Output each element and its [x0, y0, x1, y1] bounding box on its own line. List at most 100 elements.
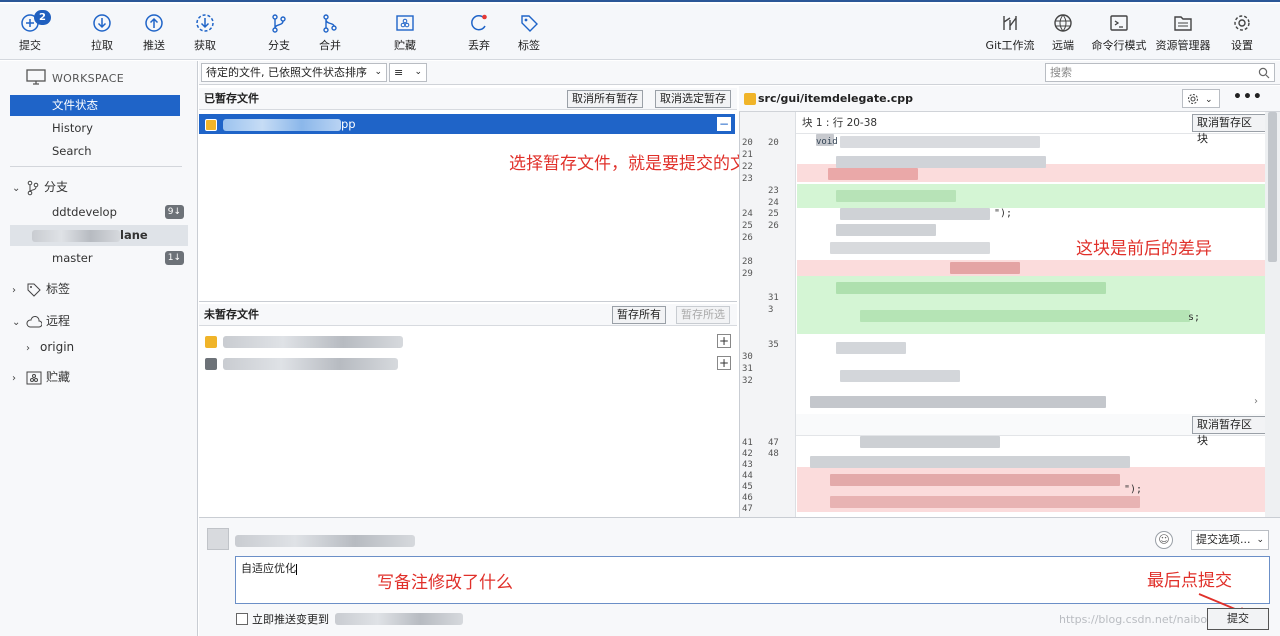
diff-header: src/gui/itemdelegate.cpp ⌄ •••: [739, 86, 1280, 112]
emoji-icon[interactable]: ☺: [1155, 531, 1173, 549]
gear-icon: [1234, 15, 1250, 31]
search-input[interactable]: 搜索: [1045, 63, 1275, 82]
settings-button[interactable]: 设置: [1214, 8, 1270, 56]
push-label: 推送: [143, 39, 165, 52]
redacted-code: [830, 474, 1120, 486]
commit-button[interactable]: 2 提交: [2, 8, 58, 56]
unstage-hunk-button[interactable]: 取消暂存区块: [1192, 114, 1265, 145]
stage-selected-button[interactable]: 暂存所选: [676, 306, 730, 324]
redacted-filename: [223, 118, 341, 131]
merge-button[interactable]: 合并: [302, 8, 358, 56]
line-number: 42: [742, 449, 753, 459]
fetch-button[interactable]: 获取: [177, 8, 233, 56]
sidebar-item-search[interactable]: Search: [10, 141, 180, 162]
redacted-author: [235, 535, 415, 547]
redacted-code: [836, 156, 1046, 168]
line-number: 24: [742, 209, 753, 220]
diff-scrollbar[interactable]: [1265, 112, 1280, 517]
scrollbar-thumb[interactable]: [1268, 112, 1277, 262]
discard-button[interactable]: 丢弃: [451, 8, 507, 56]
redacted-code: [840, 208, 990, 220]
redacted-code: [836, 224, 936, 236]
hunk-header: 取消暂存区块: [796, 414, 1265, 447]
remote-button[interactable]: 远端: [1035, 8, 1091, 56]
line-number: 21: [742, 149, 753, 160]
removed-file-icon: [205, 357, 217, 370]
code-fragment: void: [816, 137, 838, 147]
line-number: 20: [768, 138, 779, 148]
stashes-label: 贮藏: [46, 370, 71, 384]
staged-header: 已暂存文件 取消所有暂存 取消选定暂存: [199, 88, 737, 110]
pull-button[interactable]: 拉取: [74, 8, 130, 56]
line-number: 22: [742, 161, 753, 172]
diff-annotation: 这块是前后的差异: [1076, 239, 1212, 259]
terminal-button[interactable]: 命令行模式: [1086, 8, 1152, 56]
branch-item-current[interactable]: lane: [10, 225, 188, 246]
branch-name: master: [52, 251, 93, 265]
branch-item[interactable]: master 1↓: [10, 248, 184, 269]
staged-file-row[interactable]: pp −: [199, 114, 735, 134]
stage-file-button[interactable]: +: [717, 334, 731, 348]
push-button[interactable]: 推送: [126, 8, 182, 56]
remote-name: origin: [40, 340, 75, 354]
remote-item-origin[interactable]: › origin: [26, 336, 74, 358]
pull-icon: [93, 14, 111, 32]
branch-item[interactable]: ddtdevelop 9↓: [10, 202, 184, 223]
sidebar-divider: [10, 166, 182, 167]
branches-section[interactable]: ⌄ 分支: [12, 176, 68, 198]
search-placeholder: 搜索: [1050, 66, 1072, 79]
sort-dropdown[interactable]: 待定的文件, 已依照文件状态排序 ⌄: [201, 63, 387, 82]
sidebar-item-history[interactable]: History: [10, 118, 180, 139]
chevron-down-icon: ⌄: [12, 183, 21, 194]
push-icon: [145, 14, 163, 32]
line-number: 41: [742, 438, 753, 448]
gear-icon: [1188, 94, 1198, 104]
file-filter-bar: 待定的文件, 已依照文件状态排序 ⌄ ≡ ⌄ 搜索: [199, 61, 1280, 85]
terminal-label: 命令行模式: [1091, 39, 1147, 52]
merge-label: 合并: [319, 39, 341, 52]
stash-button[interactable]: 贮藏: [377, 8, 433, 56]
line-number: 23: [768, 185, 779, 196]
line-number: 20: [742, 138, 753, 148]
tags-section[interactable]: › 标签: [12, 278, 70, 300]
unstage-file-button[interactable]: −: [717, 117, 731, 131]
line-number: 29: [742, 268, 753, 279]
commit-submit-button[interactable]: 提交: [1207, 608, 1269, 630]
tag-button[interactable]: 标签: [501, 8, 557, 56]
explorer-button[interactable]: 资源管理器: [1152, 8, 1214, 56]
line-number: 26: [768, 221, 779, 232]
tag-icon: [27, 283, 41, 297]
unstaged-file-row[interactable]: +: [199, 353, 735, 373]
redacted-code: [840, 370, 960, 382]
more-options-icon[interactable]: •••: [1233, 89, 1263, 105]
line-number: 43: [742, 460, 753, 470]
stage-file-button[interactable]: +: [717, 356, 731, 370]
unstage-hunk-button[interactable]: 取消暂存区块: [1192, 416, 1265, 447]
sidebar-item-file-status[interactable]: 文件状态: [10, 95, 180, 116]
scroll-right-icon[interactable]: ›: [1254, 396, 1258, 407]
unstage-all-button[interactable]: 取消所有暂存: [567, 90, 643, 108]
line-number: 48: [768, 449, 779, 459]
branch-name: lane: [120, 228, 148, 242]
push-immediately-checkbox[interactable]: [236, 613, 248, 625]
modified-file-icon: [205, 118, 217, 131]
redacted-code: [860, 310, 1190, 322]
line-number: 30: [742, 352, 753, 363]
commit-options-dropdown[interactable]: 提交选项... ⌄: [1191, 530, 1269, 550]
explorer-label: 资源管理器: [1155, 39, 1211, 52]
unstaged-file-row[interactable]: +: [199, 331, 735, 351]
branch-button[interactable]: 分支: [251, 8, 307, 56]
line-number: 28: [742, 257, 753, 267]
redacted-code: [828, 168, 918, 180]
view-mode-dropdown[interactable]: ≡ ⌄: [389, 63, 427, 82]
list-icon: ≡: [394, 66, 404, 79]
branch-icon: [27, 180, 39, 195]
commit-options-label: 提交选项...: [1196, 533, 1251, 546]
remotes-section[interactable]: ⌄ 远程: [12, 310, 70, 332]
chevron-right-icon: ›: [12, 373, 16, 384]
gitflow-button[interactable]: Git工作流: [979, 8, 1041, 56]
stage-all-button[interactable]: 暂存所有: [612, 306, 666, 324]
diff-options-dropdown[interactable]: ⌄: [1182, 89, 1220, 108]
stashes-section[interactable]: › 贮藏: [12, 366, 70, 388]
unstage-selected-button[interactable]: 取消选定暂存: [655, 90, 731, 108]
